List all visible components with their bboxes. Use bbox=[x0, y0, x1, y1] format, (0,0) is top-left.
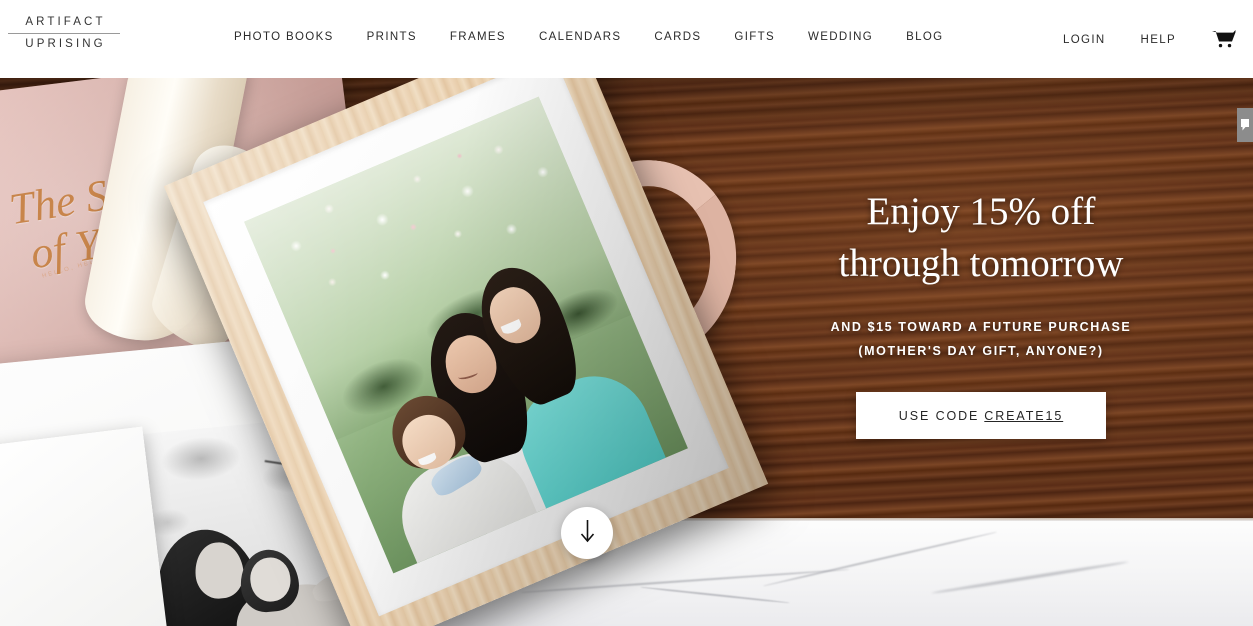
feedback-tab-icon[interactable] bbox=[1237, 108, 1253, 142]
promo-block: Enjoy 15% off through tomorrow AND $15 T… bbox=[771, 186, 1191, 439]
nav-login[interactable]: LOGIN bbox=[1063, 34, 1106, 46]
scroll-down-button[interactable] bbox=[561, 507, 613, 559]
logo-divider bbox=[8, 33, 120, 34]
arrow-down-icon bbox=[579, 519, 596, 548]
brand-logo[interactable]: ARTIFACT UPRISING bbox=[8, 14, 120, 53]
nav-calendars[interactable]: CALENDARS bbox=[539, 31, 621, 43]
logo-line-artifact: ARTIFACT bbox=[25, 16, 106, 28]
site-header: ARTIFACT UPRISING PHOTO BOOKS PRINTS FRA… bbox=[0, 0, 1253, 78]
nav-frames[interactable]: FRAMES bbox=[450, 31, 506, 43]
promo-subtext: AND $15 TOWARD A FUTURE PURCHASE (MOTHER… bbox=[771, 315, 1191, 363]
nav-help[interactable]: HELP bbox=[1141, 34, 1176, 46]
nav-gifts[interactable]: GIFTS bbox=[734, 31, 775, 43]
promo-code-value: CREATE15 bbox=[984, 408, 1064, 423]
main-navigation: PHOTO BOOKS PRINTS FRAMES CALENDARS CARD… bbox=[234, 31, 976, 43]
nav-prints[interactable]: PRINTS bbox=[367, 31, 417, 43]
use-code-button[interactable]: USE CODE CREATE15 bbox=[856, 392, 1106, 439]
promo-headline-line2: through tomorrow bbox=[838, 242, 1124, 285]
use-code-label: USE CODE bbox=[898, 408, 980, 423]
nav-wedding[interactable]: WEDDING bbox=[808, 31, 873, 43]
nav-blog[interactable]: BLOG bbox=[906, 31, 943, 43]
promo-headline-line1: Enjoy 15% off bbox=[866, 190, 1096, 233]
nav-photo-books[interactable]: PHOTO BOOKS bbox=[234, 31, 334, 43]
shopping-cart-icon[interactable] bbox=[1211, 30, 1237, 49]
promo-subtext-line1: AND $15 TOWARD A FUTURE PURCHASE bbox=[830, 320, 1132, 334]
user-navigation: LOGIN HELP bbox=[1063, 30, 1237, 49]
promo-subtext-line2: (MOTHER'S DAY GIFT, ANYONE?) bbox=[858, 344, 1104, 358]
logo-line-uprising: UPRISING bbox=[25, 38, 106, 50]
framed-family-photo bbox=[244, 96, 688, 574]
promo-headline: Enjoy 15% off through tomorrow bbox=[771, 186, 1191, 290]
hero-banner: HELLO, HELLO The Story of You Enjoy 15% … bbox=[0, 78, 1253, 626]
nav-cards[interactable]: CARDS bbox=[654, 31, 701, 43]
